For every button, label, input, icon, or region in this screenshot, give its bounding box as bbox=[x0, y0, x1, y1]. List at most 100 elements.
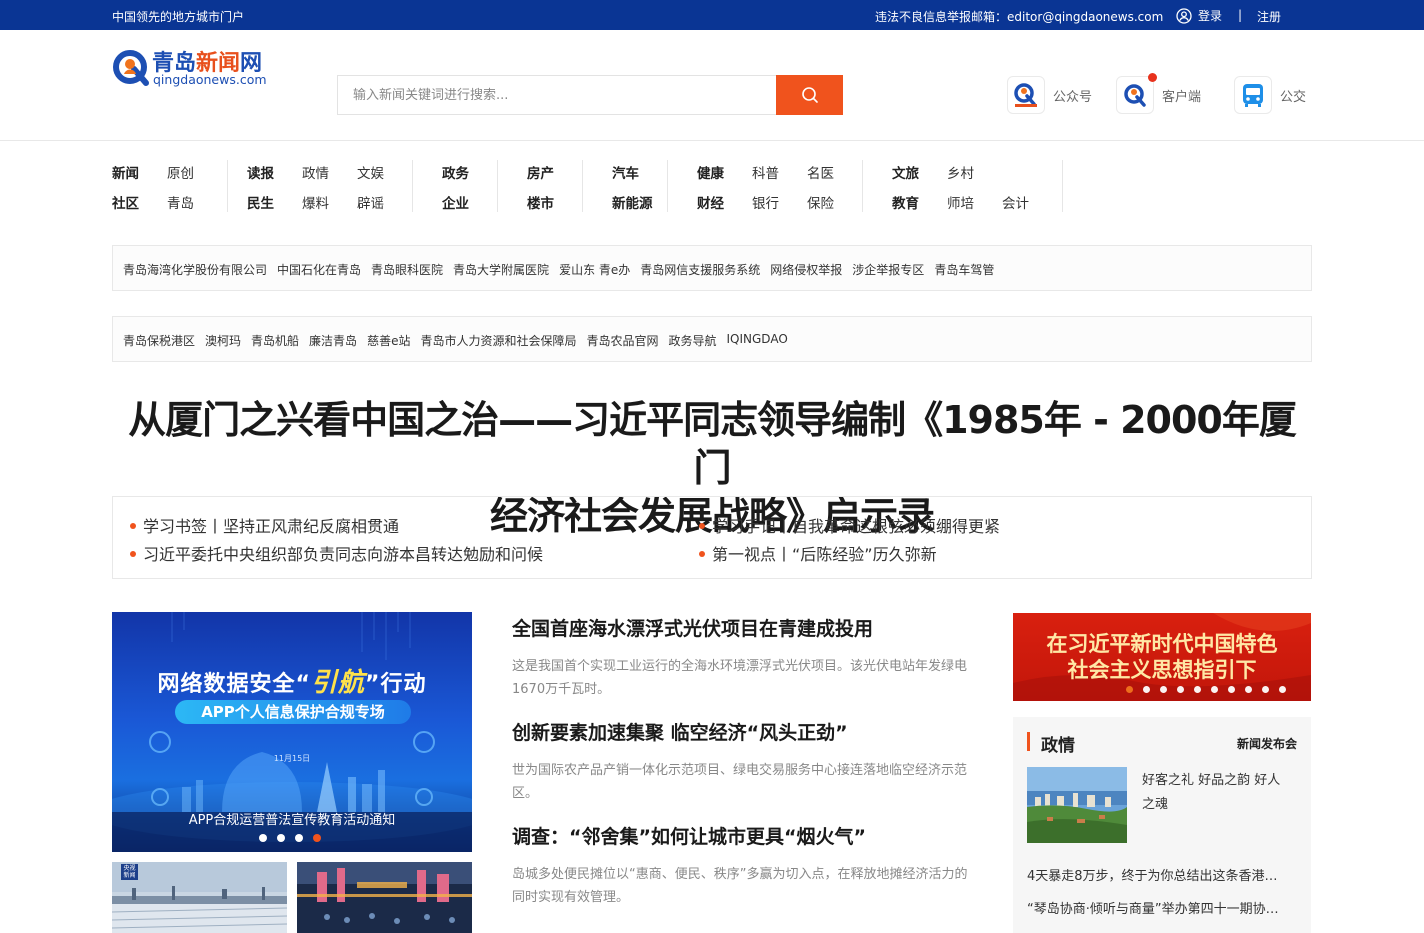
search-icon bbox=[801, 87, 818, 103]
partner-link[interactable]: 青岛农品官网 bbox=[586, 332, 658, 349]
banner-dot[interactable] bbox=[1194, 686, 1201, 693]
login-link[interactable]: 登录 bbox=[1176, 7, 1222, 24]
partner-link[interactable]: 青岛海湾化学股份有限公司 bbox=[123, 261, 267, 278]
sub-headline[interactable]: 习近平委托中央组织部负责同志向游本昌转达勉励和问候 bbox=[130, 541, 543, 565]
panel-news-line[interactable]: 4天暴走8万步，终于为你总结出这条香港… bbox=[1027, 865, 1297, 884]
nav-new-energy[interactable]: 新能源 bbox=[612, 192, 653, 212]
nav-finance[interactable]: 财经 bbox=[697, 192, 724, 212]
nav-livelihood[interactable]: 民生 bbox=[247, 192, 274, 212]
partner-link[interactable]: 青岛车驾管 bbox=[934, 261, 994, 278]
nav-qingdao[interactable]: 青岛 bbox=[167, 192, 194, 212]
panel-image-caption[interactable]: 好客之礼 好品之韵 好人之魂 bbox=[1142, 769, 1292, 817]
carousel-caption[interactable]: APP合规运营普法宣传教育活动通知 bbox=[112, 809, 472, 828]
nav-reading[interactable]: 读报 bbox=[247, 162, 274, 182]
nav-community[interactable]: 社区 bbox=[112, 192, 139, 212]
partner-link[interactable]: 慈善e站 bbox=[367, 332, 410, 349]
sub-headline[interactable]: 第一视点丨“后陈经验”历久弥新 bbox=[699, 541, 937, 565]
theory-banner[interactable]: 在习近平新时代中国特色 社会主义思想指引下 bbox=[1013, 613, 1311, 701]
search-button[interactable] bbox=[776, 75, 843, 115]
panel-news-line[interactable]: “琴岛协商·倾听与商量”举办第四十一期协… bbox=[1027, 898, 1297, 917]
nav-education[interactable]: 教育 bbox=[892, 192, 919, 212]
carousel-dot[interactable] bbox=[295, 834, 303, 842]
nav-bank[interactable]: 银行 bbox=[752, 192, 779, 212]
panel-image[interactable] bbox=[1027, 767, 1127, 843]
nav-rumor[interactable]: 辟谣 bbox=[357, 192, 384, 212]
partner-link[interactable]: 廉洁青岛 bbox=[309, 332, 357, 349]
client-label: 客户端 bbox=[1162, 89, 1202, 105]
partner-link[interactable]: 青岛机船 bbox=[251, 332, 299, 349]
nav-politics[interactable]: 政情 bbox=[302, 162, 329, 182]
nav-entertainment[interactable]: 文娱 bbox=[357, 162, 384, 182]
nav-enterprise[interactable]: 企业 bbox=[442, 192, 469, 212]
partner-link[interactable]: 政务导航 bbox=[668, 332, 716, 349]
report-email[interactable]: 违法不良信息举报邮箱：editor@qingdaonews.com bbox=[875, 8, 1163, 25]
banner-dot[interactable] bbox=[1177, 686, 1184, 693]
sub-headline[interactable]: 学习手记丨自我革命这根弦必须绷得更紧 bbox=[699, 513, 1000, 537]
partner-link[interactable]: 中国石化在青岛 bbox=[277, 261, 361, 278]
partner-link[interactable]: 澳柯玛 bbox=[205, 332, 241, 349]
banner-dot-active[interactable] bbox=[1126, 686, 1133, 693]
nav-teacher-training[interactable]: 师培 bbox=[947, 192, 974, 212]
search-box bbox=[337, 75, 843, 115]
search-input[interactable] bbox=[338, 76, 778, 114]
nav-insurance[interactable]: 保险 bbox=[807, 192, 834, 212]
partner-links-row-2: 青岛保税港区 澳柯玛 青岛机船 廉洁青岛 慈善e站 青岛市人力资源和社会保障局 … bbox=[112, 316, 1312, 362]
banner-pagination bbox=[1126, 686, 1296, 693]
night-market-image bbox=[297, 862, 472, 933]
nav-village[interactable]: 乡村 bbox=[947, 162, 974, 182]
banner-dot[interactable] bbox=[1143, 686, 1150, 693]
top-bar: 中国领先的地方城市门户 违法不良信息举报邮箱：editor@qingdaonew… bbox=[0, 0, 1424, 30]
press-conference-link[interactable]: 新闻发布会 bbox=[1237, 735, 1297, 752]
nav-science[interactable]: 科普 bbox=[752, 162, 779, 182]
nav-health[interactable]: 健康 bbox=[697, 162, 724, 182]
partner-link[interactable]: 涉企举报专区 bbox=[852, 261, 924, 278]
partner-link[interactable]: 青岛大学附属医院 bbox=[453, 261, 549, 278]
news-title[interactable]: 创新要素加速集聚 临空经济“风头正劲” bbox=[512, 718, 972, 745]
nav-property[interactable]: 房产 bbox=[527, 162, 554, 182]
partner-link[interactable]: 青岛眼科医院 bbox=[371, 261, 443, 278]
nav-housing[interactable]: 楼市 bbox=[527, 192, 554, 212]
nav-group-auto: 汽车 新能源 bbox=[612, 160, 668, 212]
nav-gov[interactable]: 政务 bbox=[442, 162, 469, 182]
nav-original[interactable]: 原创 bbox=[167, 162, 194, 182]
nav-news[interactable]: 新闻 bbox=[112, 162, 139, 182]
news-thumbnail-2[interactable] bbox=[297, 862, 472, 933]
site-logo[interactable]: 青岛新闻网 qingdaonews.com bbox=[112, 45, 282, 89]
register-link[interactable]: 注册 bbox=[1257, 8, 1281, 25]
cctv-news-badge: 央视新闻 bbox=[123, 865, 136, 879]
nav-divider bbox=[862, 160, 863, 212]
news-title[interactable]: 全国首座海水漂浮式光伏项目在青建成投用 bbox=[512, 614, 972, 641]
news-thumbnail-1[interactable]: 央视新闻 bbox=[112, 862, 287, 933]
banner-dot[interactable] bbox=[1211, 686, 1218, 693]
panel-title[interactable]: 政情 bbox=[1041, 731, 1075, 756]
partner-link[interactable]: 网络侵权举报 bbox=[770, 261, 842, 278]
nav-tips[interactable]: 爆料 bbox=[302, 192, 329, 212]
nav-doctors[interactable]: 名医 bbox=[807, 162, 834, 182]
partner-link[interactable]: 爱山东 青e办 bbox=[559, 261, 630, 278]
bus-link[interactable]: 公交 bbox=[1234, 76, 1306, 114]
banner-dot[interactable] bbox=[1262, 686, 1269, 693]
news-summary: 岛城多处便民摊位以“惠商、便民、秩序”多赢为切入点，在释放地摊经济活力的同时实现… bbox=[512, 867, 968, 905]
nav-auto[interactable]: 汽车 bbox=[612, 162, 639, 182]
partner-link[interactable]: 青岛市人力资源和社会保障局 bbox=[420, 332, 576, 349]
banner-dot[interactable] bbox=[1228, 686, 1235, 693]
logo-domain: qingdaonews.com bbox=[153, 72, 267, 87]
banner-dot[interactable] bbox=[1245, 686, 1252, 693]
nav-culture-travel[interactable]: 文旅 bbox=[892, 162, 919, 182]
news-item: 调查：“邻舍集”如何让城市更具“烟火气” 岛城多处便民摊位以“惠商、便民、秩序”… bbox=[512, 822, 972, 909]
carousel-dot[interactable] bbox=[277, 834, 285, 842]
news-title[interactable]: 调查：“邻舍集”如何让城市更具“烟火气” bbox=[512, 822, 972, 849]
sub-headline[interactable]: 学习书签丨坚持正风肃纪反腐相贯通 bbox=[130, 513, 399, 537]
wechat-link[interactable]: 公众号 bbox=[1007, 76, 1092, 114]
news-carousel[interactable]: 网络数据安全“引航”行动 APP个人信息保护合规专场 11月15日 APP合规运… bbox=[112, 612, 472, 852]
nav-group-news: 新闻 原创 社区 青岛 bbox=[112, 160, 228, 212]
banner-dot[interactable] bbox=[1279, 686, 1286, 693]
partner-link[interactable]: 青岛网信支援服务系统 bbox=[640, 261, 760, 278]
partner-link[interactable]: 青岛保税港区 bbox=[123, 332, 195, 349]
carousel-dot[interactable] bbox=[259, 834, 267, 842]
nav-accounting[interactable]: 会计 bbox=[1002, 192, 1029, 212]
client-link[interactable]: 客户端 bbox=[1116, 73, 1202, 114]
carousel-dot-active[interactable] bbox=[313, 834, 321, 842]
banner-dot[interactable] bbox=[1160, 686, 1167, 693]
partner-link[interactable]: IQINGDAO bbox=[727, 332, 788, 349]
